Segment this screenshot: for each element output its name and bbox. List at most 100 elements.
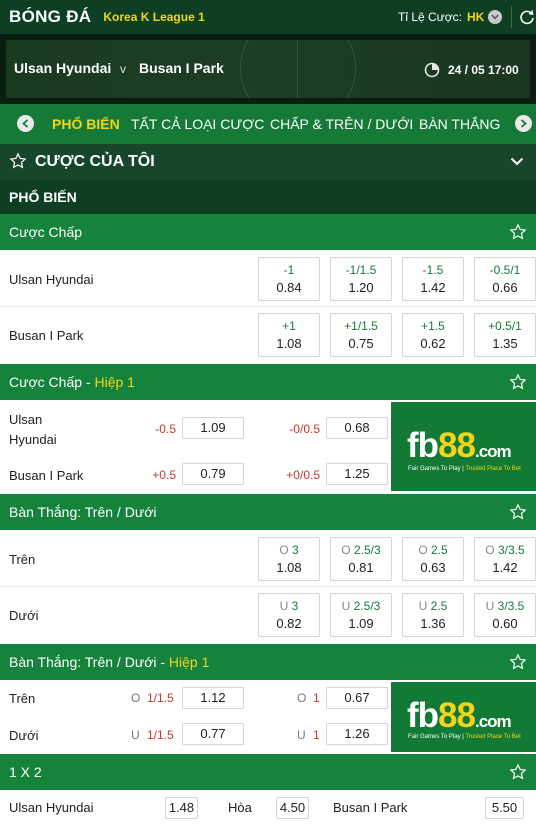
match-header-panel: Ulsan Hyundai v Busan I Park 24 / 05 17:…	[6, 40, 530, 98]
star-outline-icon[interactable]	[509, 373, 527, 391]
odds-button[interactable]: 1.12	[182, 687, 244, 709]
odds-button[interactable]: U 2.5/3 1.09	[330, 593, 392, 637]
ou-line: 3	[291, 599, 299, 613]
handicap-h1-team-label: Ulsan Hyundai	[9, 412, 57, 447]
odds-button[interactable]: O 3 1.08	[258, 537, 320, 581]
tab-popular[interactable]: PHỔ BIẾN	[52, 116, 120, 132]
tabs-scroll-left-button[interactable]	[17, 115, 34, 132]
ou-prefix: U	[279, 599, 289, 613]
totals-section-header: Bàn Thắng: Trên / Dưới	[0, 494, 536, 530]
odds-button[interactable]: -1.5 1.42	[402, 257, 464, 301]
odds-button[interactable]: +1 1.08	[258, 313, 320, 357]
refresh-icon[interactable]	[519, 8, 535, 26]
odds-button[interactable]: 1.09	[182, 417, 244, 439]
odds-button[interactable]: 0.67	[326, 687, 388, 709]
odds-button[interactable]: +0.5/1 1.35	[474, 313, 536, 357]
totals-h1-section-header: Bàn Thắng: Trên / Dưới - Hiệp 1	[0, 644, 536, 680]
ou-prefix: O	[279, 543, 289, 557]
market-tabs: PHỔ BIẾN TẤT CẢ LOẠI CƯỢC CHẤP & TRÊN / …	[0, 104, 536, 144]
handicap-title: Cược Chấp	[9, 224, 83, 240]
ou-line: 1/1.5	[147, 728, 174, 742]
odds-button[interactable]: -1/1.5 1.20	[330, 257, 392, 301]
odds-button[interactable]: 0.79	[182, 463, 244, 485]
half-label: Hiệp 1	[94, 374, 135, 390]
chevron-down-icon[interactable]	[510, 157, 524, 166]
x12-draw-odds-button[interactable]: 4.50	[276, 797, 309, 819]
odds-button[interactable]: 1.26	[326, 723, 388, 745]
x12-home-label: Ulsan Hyundai	[9, 800, 94, 815]
top-bar: BÓNG ĐÁ Korea K League 1 Tỉ Lệ Cược: HK	[0, 0, 536, 34]
sport-title: BÓNG ĐÁ	[9, 7, 92, 26]
odds-button[interactable]: O 2.5/3 0.81	[330, 537, 392, 581]
pitch-line-decoration	[297, 40, 298, 98]
odds-button[interactable]: +1/1.5 0.75	[330, 313, 392, 357]
star-outline-icon[interactable]	[509, 503, 527, 521]
banner-tagline: Fair Games To Play | Trusted Place To Be…	[408, 734, 521, 740]
ou-line: 1	[313, 728, 320, 742]
star-outline-icon[interactable]	[509, 653, 527, 671]
x12-draw-label: Hòa	[228, 800, 252, 815]
odds-format-value[interactable]: HK	[467, 10, 484, 24]
league-name[interactable]: Korea K League 1	[103, 10, 204, 24]
my-bets-header[interactable]: CƯỢC CỦA TÔI	[0, 144, 536, 180]
chevron-left-icon	[22, 119, 29, 128]
odds-button[interactable]: 1.25	[326, 463, 388, 485]
ou-prefix: O	[297, 691, 307, 705]
x12-home-odds-button[interactable]: 1.48	[165, 797, 198, 819]
ou-line: 3/3.5	[497, 599, 525, 613]
totals-label: Dưới	[9, 608, 39, 623]
star-outline-icon[interactable]	[509, 223, 527, 241]
handicap-team-label: Ulsan Hyundai	[9, 272, 94, 287]
tagline-part: Fair Games To Play	[408, 734, 461, 740]
ou-line: 1/1.5	[147, 691, 174, 705]
odds-format-label: Tỉ Lệ Cược:	[398, 10, 462, 24]
odds-format-dropdown[interactable]	[488, 10, 502, 24]
logo-part: .com	[474, 712, 512, 731]
totals-h1-title: Bàn Thắng: Trên / Dưới - Hiệp 1	[9, 654, 209, 670]
odds-button[interactable]: +1.5 0.62	[402, 313, 464, 357]
tab-goals[interactable]: BÀN THẮNG	[419, 116, 500, 132]
tagline-part: Trusted Place To Bet	[465, 734, 521, 740]
chevron-down-icon	[491, 14, 499, 20]
logo-part: fb	[407, 426, 439, 465]
totals-label: Trên	[9, 552, 36, 567]
handicap-h1-team-label: Busan I Park	[9, 468, 84, 483]
tab-handicap-over-under[interactable]: CHẤP & TRÊN / DƯỚI	[270, 116, 413, 132]
odds-button[interactable]: 0.68	[326, 417, 388, 439]
handicap-line: -0.5	[155, 422, 176, 436]
odds-button[interactable]: O 3/3.5 1.42	[474, 537, 536, 581]
tagline-part: Trusted Place To Bet	[465, 466, 521, 472]
tabs-scroll-right-button[interactable]	[515, 115, 532, 132]
ou-prefix: O	[131, 691, 141, 705]
totals-h1-label: Trên	[9, 691, 36, 706]
ou-line: 3	[292, 543, 299, 557]
odds-button[interactable]: O 2.5 0.63	[402, 537, 464, 581]
handicap-h1-title: Cược Chấp - Hiệp 1	[9, 374, 135, 390]
match-header: Ulsan Hyundai v Busan I Park 24 / 05 17:…	[0, 34, 536, 104]
home-team-name: Ulsan Hyundai	[14, 60, 112, 76]
handicap-line: -0/0.5	[289, 422, 320, 436]
totals-title: Bàn Thắng: Trên / Dưới	[9, 504, 157, 520]
star-outline-icon[interactable]	[509, 763, 527, 781]
versus-label: v	[120, 62, 126, 76]
ou-line: 2.5/3	[353, 599, 381, 613]
odds-button[interactable]: U 3/3.5 0.60	[474, 593, 536, 637]
odds-button[interactable]: 0.77	[182, 723, 244, 745]
handicap-h1-section-header: Cược Chấp - Hiệp 1	[0, 364, 536, 400]
tab-all-markets[interactable]: TẤT CẢ LOẠI CƯỢC	[131, 116, 264, 132]
odds-button[interactable]: U 3 0.82	[258, 593, 320, 637]
odds-button[interactable]: -1 0.84	[258, 257, 320, 301]
totals-h1-title-text: Bàn Thắng: Trên / Dưới -	[9, 654, 169, 670]
clock-icon	[424, 62, 440, 78]
fb88-banner[interactable]: fb88.com Fair Games To Play | Trusted Pl…	[391, 682, 536, 752]
ou-prefix: O	[485, 543, 495, 557]
x12-away-odds-button[interactable]: 5.50	[485, 797, 524, 819]
logo-part: 88	[438, 426, 476, 465]
ou-line: 2.5	[431, 543, 448, 557]
odds-button[interactable]: U 2.5 1.36	[402, 593, 464, 637]
odds-button[interactable]: -0.5/1 0.66	[474, 257, 536, 301]
handicap-line: +0/0.5	[286, 468, 320, 482]
ou-prefix: U	[485, 599, 495, 613]
ou-line: 2.5	[430, 599, 448, 613]
fb88-banner[interactable]: fb88.com Fair Games To Play | Trusted Pl…	[391, 402, 536, 491]
